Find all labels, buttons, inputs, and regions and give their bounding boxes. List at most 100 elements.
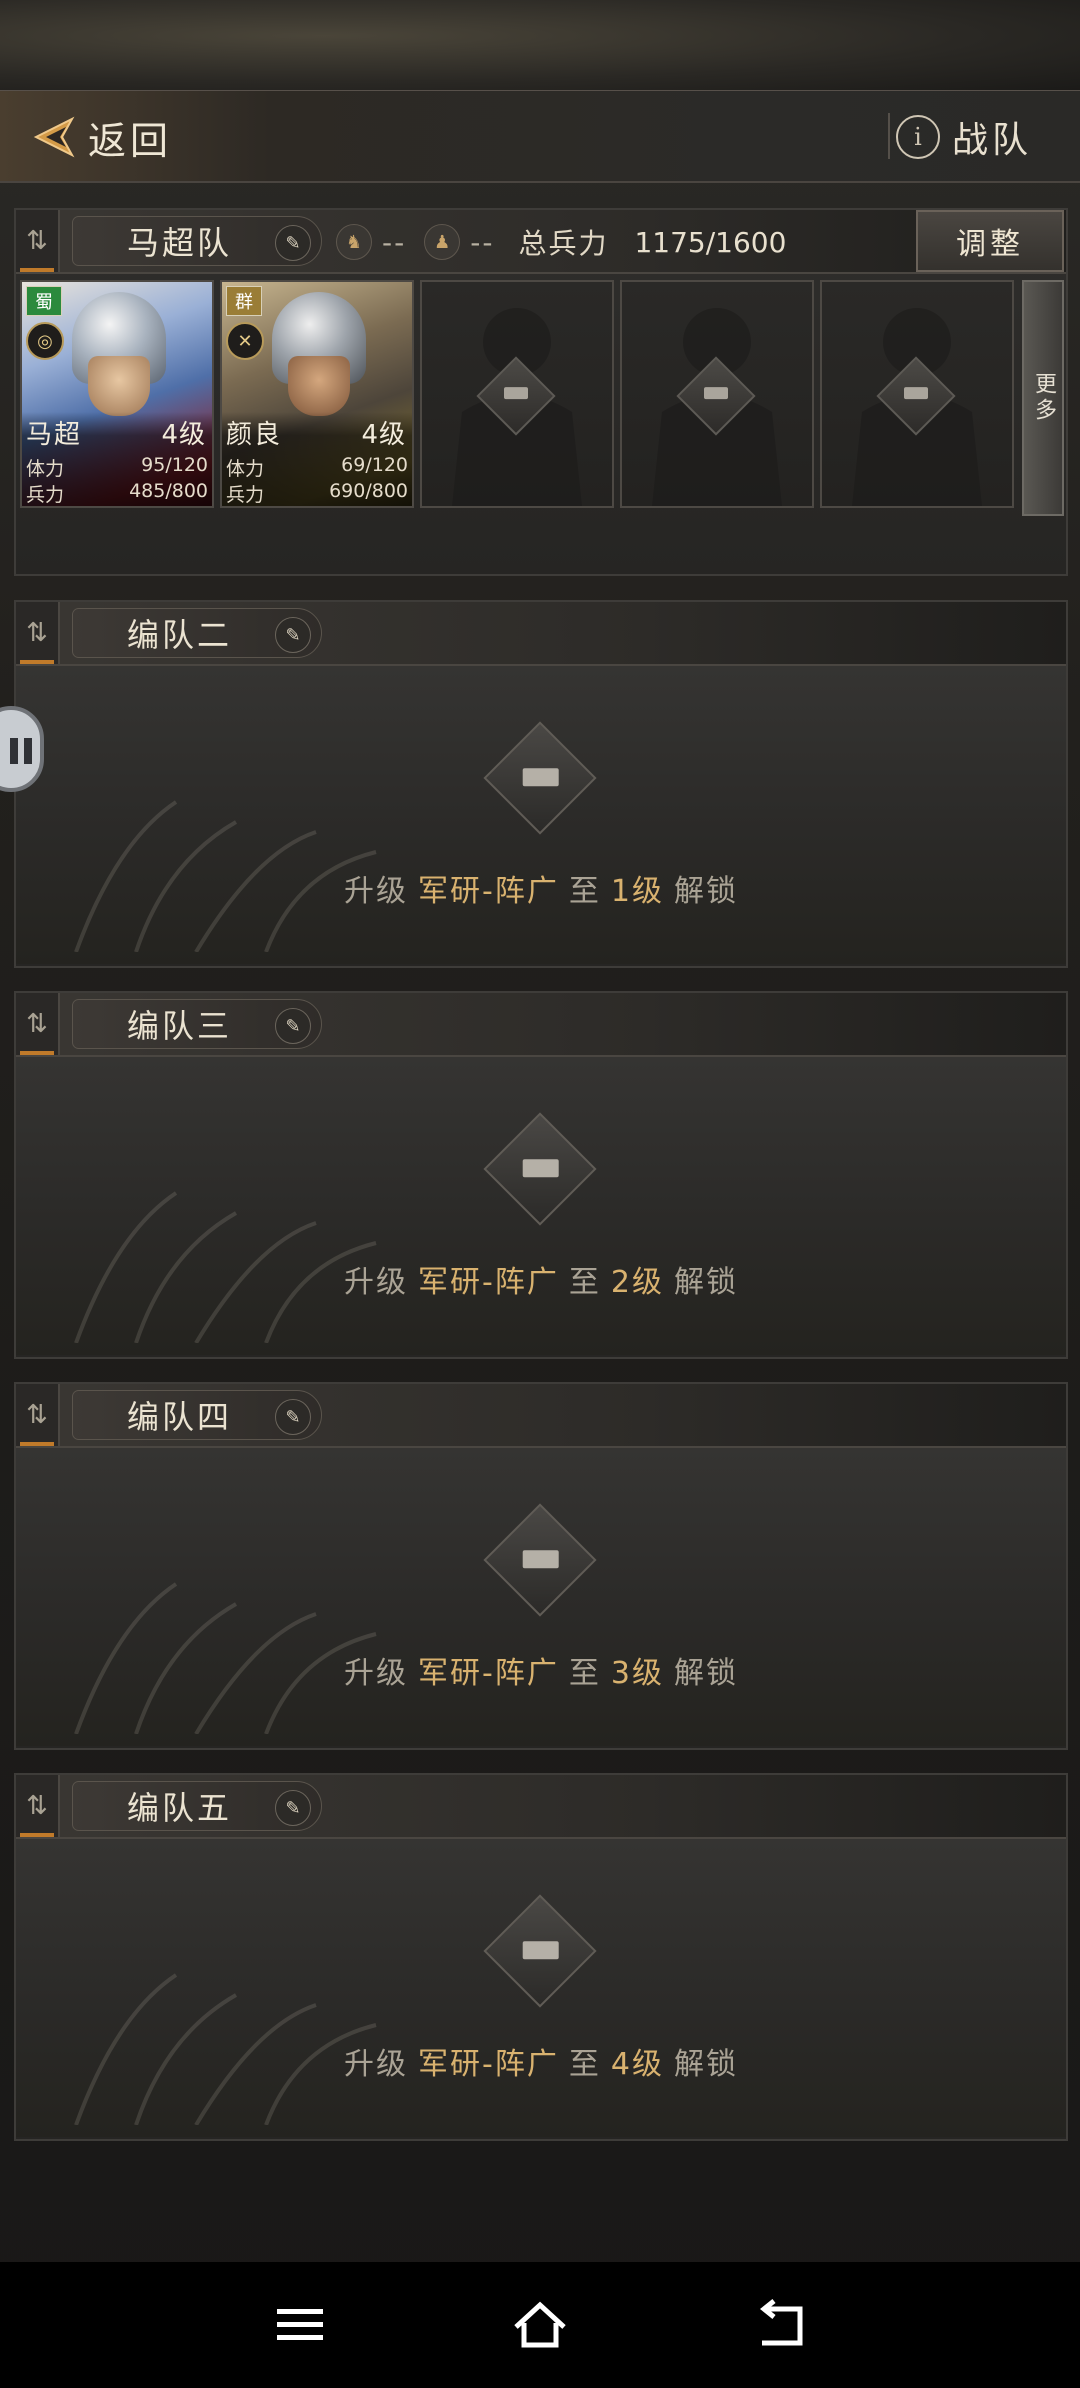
team-button[interactable]: i 战队 [895, 109, 1032, 165]
hero-info: 颜良 4级 体力 69/120 兵力 690/800 [222, 412, 412, 506]
header-bar: 返回 i 战队 [0, 90, 1080, 183]
sort-handle-icon[interactable]: ⇅ [16, 993, 60, 1055]
empty-hero-slot[interactable] [620, 280, 814, 508]
sort-handle-icon[interactable]: ⇅ [16, 1384, 60, 1446]
unlock-tech: 军研-阵广 [418, 1265, 559, 1300]
hero-info: 马超 4级 体力 95/120 兵力 485/800 [22, 412, 212, 506]
back-nav-icon[interactable] [750, 2295, 810, 2355]
squad-name: 编队三 [127, 1007, 233, 1045]
unlock-tech: 军研-阵广 [418, 2047, 559, 2082]
squad-header: ⇅ 编队四 ✎ [16, 1384, 1066, 1448]
locked-body: 升级 军研-阵广至 1级 解锁 [16, 666, 1066, 964]
hero-name: 颜良 [226, 420, 283, 450]
unlock-to: 至 [568, 874, 601, 909]
squad-panel-locked: ⇅ 编队三 ✎ 升级 军研-阵广至 2级 解锁 [14, 991, 1068, 1359]
sort-handle-icon[interactable]: ⇅ [16, 602, 60, 664]
stamina-row: 体力 95/120 [26, 454, 208, 481]
squad-name: 编队四 [127, 1398, 233, 1436]
unlock-suffix: 解锁 [673, 1265, 738, 1300]
cavalry-icon: ◎ [26, 322, 64, 360]
hero-card[interactable]: 群 ✕ 颜良 4级 体力 69/120 兵力 690/800 [220, 280, 414, 508]
unlock-level: 3级 [610, 1656, 664, 1691]
system-navbar [0, 2262, 1080, 2388]
unlock-level: 2级 [610, 1265, 664, 1300]
squad-panel-locked: ⇅ 编队五 ✎ 升级 军研-阵广至 4级 解锁 [14, 1773, 1068, 2141]
top-banner-art [0, 0, 1080, 90]
header-divider [888, 113, 890, 159]
unlock-tech: 军研-阵广 [418, 874, 559, 909]
unlock-to: 至 [568, 1265, 601, 1300]
unlock-prefix: 升级 [344, 1265, 409, 1300]
total-troops-label: 总兵力 [518, 227, 609, 260]
advisor-icon: ♟ [424, 224, 461, 260]
locked-body: 升级 军研-阵广至 2级 解锁 [16, 1057, 1066, 1355]
hero-level: 4级 [361, 420, 406, 450]
squad-name-plate[interactable]: 马超队 ✎ [72, 216, 322, 266]
edit-name-icon[interactable]: ✎ [275, 1399, 311, 1435]
squad-header: ⇅ 编队二 ✎ [16, 602, 1066, 666]
hero-face [288, 356, 350, 416]
troops-row: 兵力 485/800 [26, 480, 208, 506]
troops-row: 兵力 690/800 [226, 480, 408, 506]
unlock-hint: 升级 军研-阵广至 3级 解锁 [16, 1648, 1066, 1692]
stamina-label: 体力 [26, 458, 65, 480]
edit-name-icon[interactable]: ✎ [275, 617, 311, 653]
total-troops-value: 1175/1600 [634, 225, 787, 259]
empty-hero-slot[interactable] [420, 280, 614, 508]
menu-icon[interactable] [270, 2295, 330, 2355]
squad-name: 编队二 [127, 616, 233, 654]
hero-face [88, 356, 150, 416]
unlock-tech: 军研-阵广 [418, 1656, 559, 1691]
unlock-hint: 升级 军研-阵广至 2级 解锁 [16, 1257, 1066, 1301]
edit-name-icon[interactable]: ✎ [275, 225, 311, 261]
squad-name-plate[interactable]: 编队四 ✎ [72, 1390, 322, 1440]
hero-name: 马超 [26, 420, 83, 450]
locked-body: 升级 军研-阵广至 4级 解锁 [16, 1839, 1066, 2137]
squad-panel-main: ⇅ 马超队 ✎ ♞ -- ♟ -- 总兵力 1175/1600 调整 蜀 ◎ 马… [14, 208, 1068, 576]
edit-name-icon[interactable]: ✎ [275, 1008, 311, 1044]
troops-value: 485/800 [129, 480, 208, 502]
unlock-suffix: 解锁 [673, 874, 738, 909]
unlock-hint: 升级 军研-阵广至 4级 解锁 [16, 2039, 1066, 2083]
commander-value: -- [382, 225, 407, 259]
commander-icon: ♞ [336, 224, 372, 260]
adjust-button[interactable]: 调整 [916, 210, 1064, 272]
squad-name: 编队五 [127, 1789, 233, 1827]
sort-handle-icon[interactable]: ⇅ [16, 1775, 60, 1837]
hero-level: 4级 [161, 420, 206, 450]
unlock-suffix: 解锁 [673, 2047, 738, 2082]
advisor-value: -- [470, 225, 495, 259]
squad-name-plate[interactable]: 编队二 ✎ [72, 608, 322, 658]
stamina-label: 体力 [226, 458, 265, 480]
faction-badge: 蜀 [26, 286, 62, 316]
stamina-value: 69/120 [341, 454, 408, 476]
unlock-hint: 升级 军研-阵广至 1级 解锁 [16, 866, 1066, 910]
spear-icon: ✕ [226, 322, 264, 360]
squad-name: 马超队 [127, 224, 233, 262]
squad-name-plate[interactable]: 编队五 ✎ [72, 1781, 322, 1831]
stamina-value: 95/120 [141, 454, 208, 476]
troops-value: 690/800 [329, 480, 408, 502]
sort-handle-icon[interactable]: ⇅ [16, 210, 60, 272]
unlock-level: 4级 [610, 2047, 664, 2082]
troops-label: 兵力 [226, 484, 265, 506]
squad-name-plate[interactable]: 编队三 ✎ [72, 999, 322, 1049]
unlock-prefix: 升级 [344, 1656, 409, 1691]
unlock-level: 1级 [610, 874, 664, 909]
squad-stats: ♞ -- ♟ -- 总兵力 1175/1600 [336, 220, 786, 264]
squad-panel-locked: ⇅ 编队二 ✎ 升级 军研-阵广至 1级 解锁 [14, 600, 1068, 968]
empty-hero-slot[interactable] [820, 280, 1014, 508]
team-label: 战队 [951, 120, 1032, 161]
troops-label: 兵力 [26, 484, 65, 506]
home-icon[interactable] [510, 2295, 570, 2355]
edit-name-icon[interactable]: ✎ [275, 1790, 311, 1826]
hero-card[interactable]: 蜀 ◎ 马超 4级 体力 95/120 兵力 485/800 [20, 280, 214, 508]
unlock-suffix: 解锁 [673, 1656, 738, 1691]
back-button[interactable]: 返回 [32, 109, 172, 165]
more-label: 更多 [1031, 372, 1056, 424]
squad-header: ⇅ 编队三 ✎ [16, 993, 1066, 1057]
locked-body: 升级 军研-阵广至 3级 解锁 [16, 1448, 1066, 1746]
more-button[interactable]: 更多 [1022, 280, 1064, 516]
unlock-prefix: 升级 [344, 874, 409, 909]
back-label: 返回 [88, 118, 173, 163]
